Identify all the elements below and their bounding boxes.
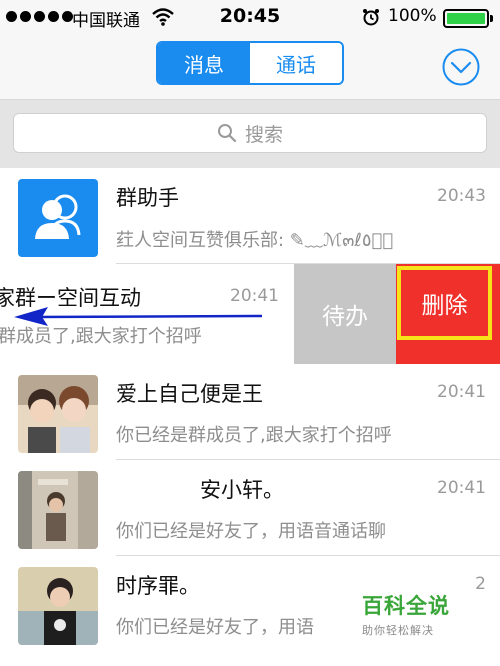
- search-icon: [217, 124, 237, 143]
- delete-label: 删除: [397, 266, 492, 340]
- conversation-name: 安小轩。: [200, 478, 284, 502]
- conversation-preview: 荭人空间互赞俱乐部: ✎﹏ℳ๓ℓ٥ۣۜ: [116, 230, 394, 251]
- delete-button[interactable]: 删除: [396, 264, 500, 364]
- conversation-time: 20:41: [230, 286, 279, 306]
- segmented-control: 消息 通话: [156, 41, 344, 85]
- swipe-left-arrow-icon: [14, 307, 263, 326]
- conversation-row[interactable]: 爱上自己便是王 20:41 你已经是群成员了,跟大家打个招呼: [0, 364, 500, 460]
- tab-calls[interactable]: 通话: [250, 43, 342, 83]
- conversation-preview: 你们已经是好友了，用语音通话聊: [116, 521, 386, 542]
- battery-icon: [443, 9, 493, 28]
- search-input[interactable]: 搜索: [13, 113, 487, 153]
- avatar: [18, 375, 98, 453]
- conversation-time: 2: [475, 574, 486, 594]
- battery-percent: 100%: [388, 6, 437, 26]
- todo-button[interactable]: 待办: [294, 264, 396, 364]
- watermark: 百科全说 助你轻松解决: [362, 590, 450, 638]
- conversation-name: 爱上自己便是王: [116, 382, 263, 406]
- conversation-time: 20:43: [437, 186, 486, 206]
- search-area: 搜索: [0, 100, 500, 168]
- search-placeholder: 搜索: [244, 123, 283, 146]
- conversation-row[interactable]: 群助手 20:43 荭人空间互赞俱乐部: ✎﹏ℳ๓ℓ٥ۣۜ: [0, 168, 500, 264]
- conversation-preview: 你们已经是好友了，用语: [116, 617, 314, 638]
- alarm-clock-icon: [363, 9, 379, 26]
- watermark-title: 百科全说: [362, 594, 450, 618]
- conversation-time: 20:41: [437, 478, 486, 498]
- tab-messages[interactable]: 消息: [158, 43, 250, 83]
- avatar: [18, 471, 98, 549]
- nav-bar: 消息 通话: [0, 36, 500, 100]
- chevron-down-circle-icon[interactable]: [441, 47, 481, 87]
- conversation-name: 群助手: [116, 186, 179, 210]
- conversation-row[interactable]: 安小轩。 20:41 你们已经是好友了，用语音通话聊: [0, 460, 500, 556]
- watermark-subtitle: 助你轻松解决: [362, 624, 434, 637]
- conversation-time: 20:41: [437, 382, 486, 402]
- conversation-name: 时序罪。: [116, 574, 200, 598]
- group-assistant-icon: [18, 179, 98, 257]
- conversation-row-swiped[interactable]: 家群ー空间互动 20:41 群成员了,跟大家打个招呼 待办 删除: [0, 264, 500, 364]
- avatar: [18, 567, 98, 645]
- conversation-preview: 你已经是群成员了,跟大家打个招呼: [116, 425, 392, 446]
- status-bar: 中国联通 20:45 100%: [0, 0, 500, 36]
